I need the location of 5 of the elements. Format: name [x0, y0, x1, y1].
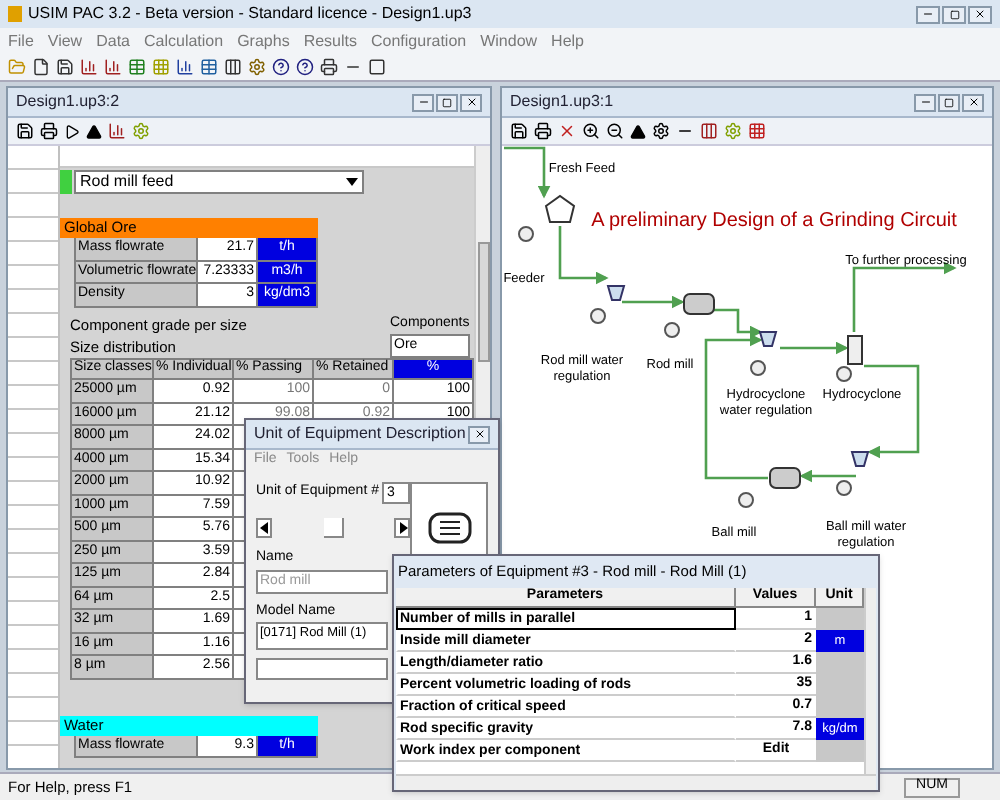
- window-title: Design1.up3:1: [510, 90, 614, 114]
- window-title: Unit of Equipment Description: [254, 422, 466, 446]
- app-title: USIM PAC 3.2 - Beta version - Standard licence - Design1.up3: [28, 2, 474, 26]
- diagram-heading: A preliminary Design of a Grinding Circuit: [591, 208, 957, 236]
- window-title: Design1.up3:2: [16, 90, 120, 114]
